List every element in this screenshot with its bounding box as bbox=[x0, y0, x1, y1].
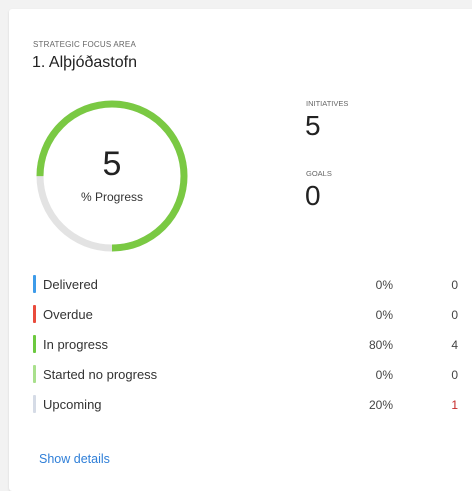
legend-row-started-no-progress: Started no progress 0% 0 bbox=[33, 363, 461, 393]
legend-color-bar bbox=[33, 335, 36, 353]
legend-name: Upcoming bbox=[43, 397, 102, 412]
strategic-focus-card: STRATEGIC FOCUS AREA 1. Alþjóðastofn 5 %… bbox=[9, 9, 472, 491]
progress-donut: 5 % Progress bbox=[33, 97, 191, 255]
legend-count: 1 bbox=[451, 398, 458, 412]
show-details-link[interactable]: Show details bbox=[39, 452, 110, 466]
legend-count: 0 bbox=[451, 368, 458, 382]
legend-percent: 0% bbox=[375, 278, 393, 292]
legend-name: Started no progress bbox=[43, 367, 158, 382]
goals-value: 0 bbox=[305, 180, 321, 211]
legend-count: 0 bbox=[451, 308, 458, 322]
legend-row-overdue: Overdue 0% 0 bbox=[33, 303, 461, 333]
legend-row-delivered: Delivered 0% 0 bbox=[33, 273, 461, 303]
initiatives-value: 5 bbox=[305, 110, 321, 141]
legend-percent: 0% bbox=[375, 308, 393, 322]
progress-value: 5 bbox=[102, 145, 122, 183]
legend-color-bar bbox=[33, 395, 36, 413]
goals-label: GOALS bbox=[306, 169, 332, 178]
legend-color-bar bbox=[33, 365, 36, 383]
legend-percent: 80% bbox=[368, 338, 393, 352]
legend-count: 0 bbox=[451, 278, 458, 292]
legend-percent: 0% bbox=[375, 368, 393, 382]
legend-percent: 20% bbox=[368, 398, 393, 412]
legend-color-bar bbox=[33, 305, 36, 323]
progress-label: % Progress bbox=[80, 190, 144, 204]
legend-name: Overdue bbox=[43, 307, 93, 322]
legend-row-in-progress: In progress 80% 4 bbox=[33, 333, 461, 363]
legend-row-upcoming: Upcoming 20% 1 bbox=[33, 393, 461, 423]
legend-name: In progress bbox=[43, 337, 109, 352]
legend-color-bar bbox=[33, 275, 36, 293]
card-eyebrow: STRATEGIC FOCUS AREA bbox=[33, 40, 136, 49]
legend-count: 4 bbox=[451, 338, 458, 352]
status-legend: Delivered 0% 0 Overdue 0% 0 In progress … bbox=[33, 273, 461, 423]
legend-name: Delivered bbox=[43, 277, 98, 292]
card-title: 1. Alþjóðastofn bbox=[32, 54, 137, 71]
initiatives-label: INITIATIVES bbox=[306, 99, 349, 108]
